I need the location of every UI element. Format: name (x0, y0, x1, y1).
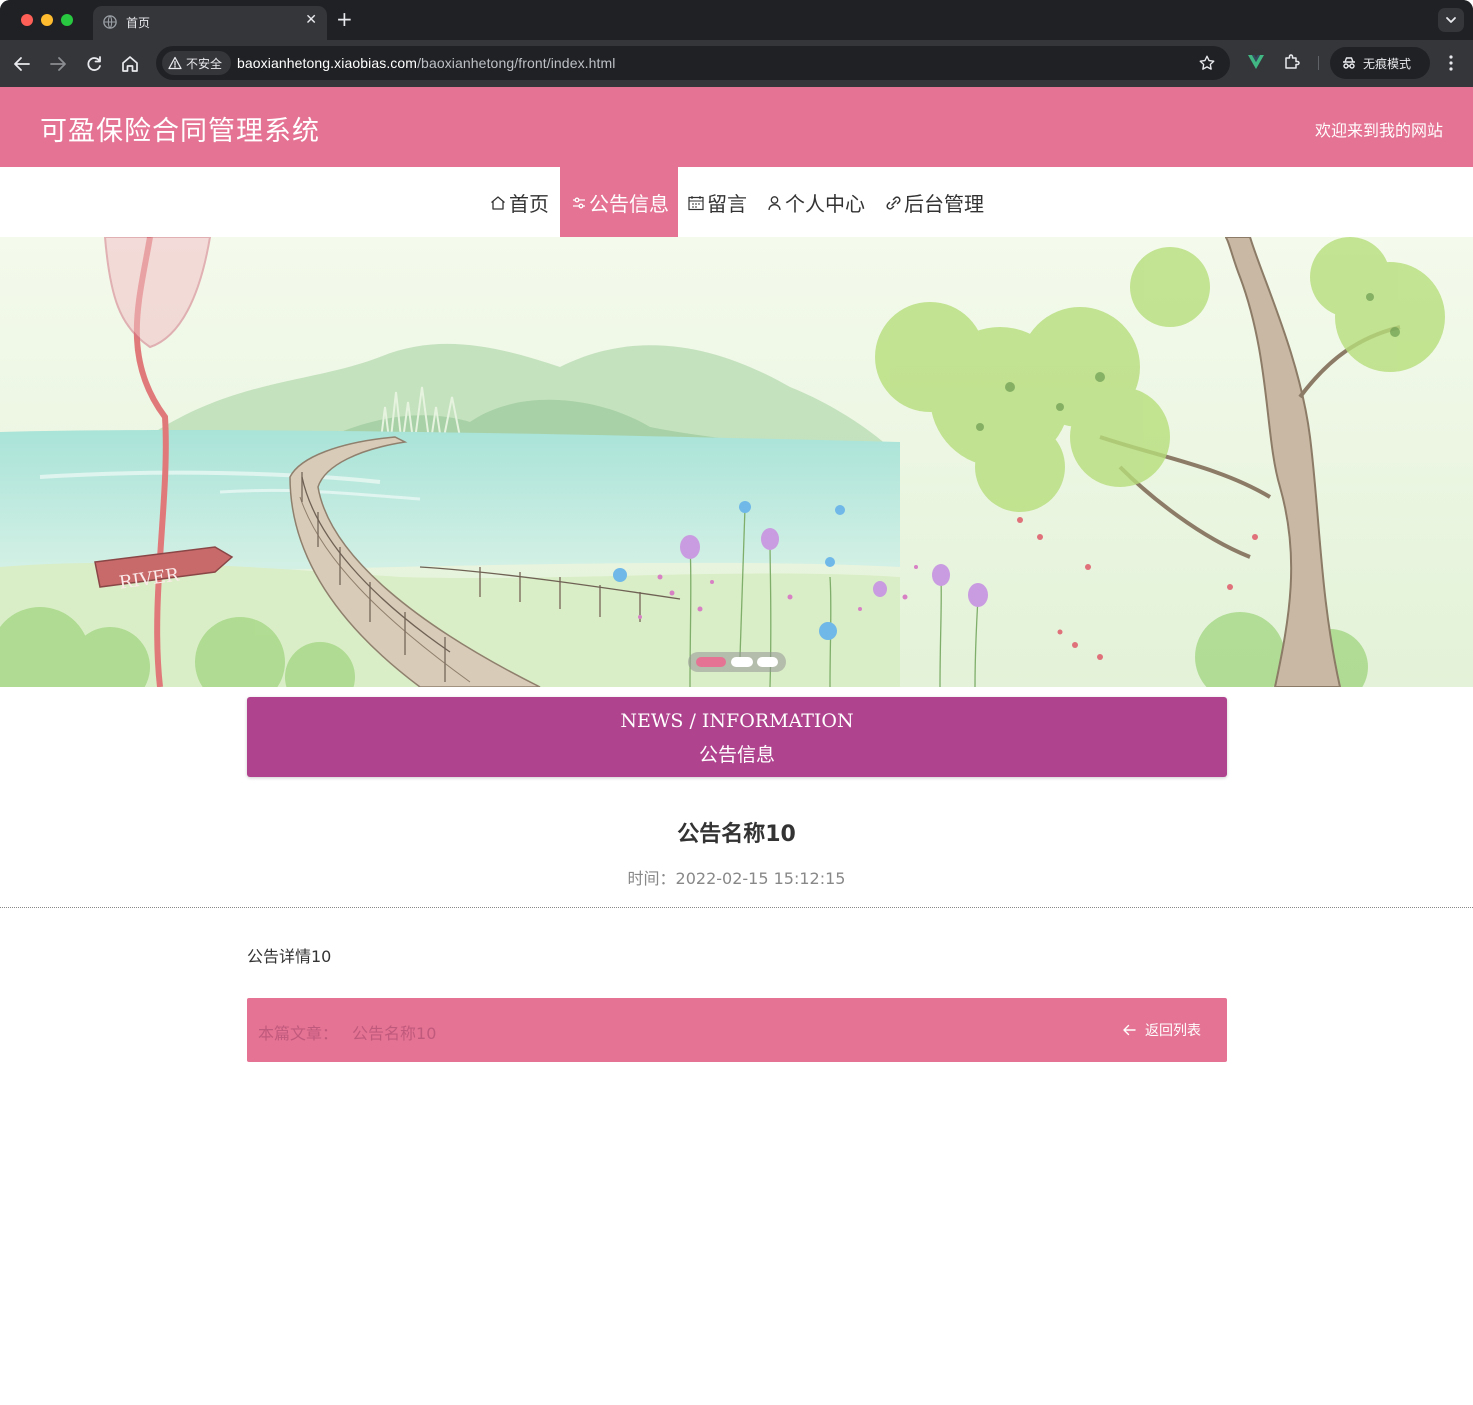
home-icon (491, 195, 505, 210)
tab-close-button[interactable]: ✕ (305, 12, 317, 28)
reload-icon[interactable] (82, 52, 106, 76)
nav-label-admin: 后台管理 (904, 192, 984, 216)
back-to-list-button[interactable]: 返回列表 (1121, 1020, 1201, 1040)
extensions-puzzle-icon[interactable] (1282, 52, 1302, 72)
hero-banner[interactable]: RIVER (0, 237, 1473, 687)
time-value: 2022-02-15 15:12:15 (675, 869, 846, 888)
incognito-icon (1343, 57, 1355, 69)
nav-label-announcements: 公告信息 (589, 192, 669, 216)
section-header: NEWS / INFORMATION 公告信息 (247, 697, 1227, 777)
toolbar-divider (1318, 56, 1319, 70)
browser-chrome: 首页 ✕ + 不安全 baoxianhetong.xiaobias.com/ba… (0, 0, 1473, 87)
nav-item-announcements[interactable]: 公告信息 (560, 167, 678, 238)
welcome-text: 欢迎来到我的网站 (1314, 121, 1443, 140)
address-bar[interactable]: 不安全 baoxianhetong.xiaobias.com/baoxianhe… (156, 46, 1230, 80)
incognito-label: 无痕模式 (1363, 56, 1412, 71)
browser-tab[interactable]: 首页 ✕ (93, 6, 327, 40)
site-header: 可盈保险合同管理系统 欢迎来到我的网站 (0, 87, 1473, 167)
url-host: baoxianhetong.xiaobias.com (237, 55, 418, 71)
divider (0, 907, 1473, 908)
back-to-list-label: 返回列表 (1145, 1023, 1201, 1039)
vue-devtools-icon[interactable] (1246, 52, 1266, 72)
forward-arrow-icon[interactable] (46, 52, 70, 76)
section-title-en: NEWS / INFORMATION (620, 710, 854, 732)
close-window-button[interactable] (21, 14, 33, 26)
minimize-window-button[interactable] (41, 14, 53, 26)
warning-icon (168, 56, 182, 70)
security-label: 不安全 (186, 56, 223, 71)
article-body: 公告详情10 (247, 947, 332, 966)
article-title: 公告名称10 (677, 822, 796, 847)
user-icon (768, 195, 781, 210)
arrow-left-icon (1123, 1024, 1136, 1036)
incognito-badge[interactable]: 无痕模式 (1330, 47, 1430, 79)
nav-item-admin[interactable]: 后台管理 (885, 167, 984, 238)
current-article-title: 公告名称10 (352, 1024, 437, 1043)
security-chip[interactable]: 不安全 (162, 51, 232, 75)
carousel-dot[interactable] (731, 657, 753, 667)
tab-title: 首页 (126, 16, 151, 30)
chevron-down-icon (1446, 17, 1456, 23)
nav-label-profile: 个人中心 (785, 192, 865, 216)
url-path: /baoxianhetong/front/index.html (417, 55, 616, 71)
carousel-dot[interactable] (757, 657, 778, 667)
article-pager: 本篇文章： 公告名称10 返回列表 (247, 998, 1227, 1062)
banner-illustration: RIVER (0, 237, 1473, 687)
nav-item-messages[interactable]: 留言 (687, 167, 747, 238)
nav-label-messages: 留言 (707, 192, 747, 216)
tab-search-button[interactable] (1438, 8, 1464, 32)
sliders-icon (573, 197, 585, 208)
browser-toolbar: 不安全 baoxianhetong.xiaobias.com/baoxianhe… (0, 40, 1473, 87)
back-arrow-icon[interactable] (10, 52, 34, 76)
tab-bar: 首页 ✕ + (0, 0, 1473, 40)
home-icon[interactable] (118, 52, 142, 76)
new-tab-button[interactable]: + (336, 8, 353, 30)
main-nav: 首页 公告信息 留言 个人中心 后台管理 (0, 167, 1473, 238)
time-label: 时间： (627, 869, 676, 888)
nav-label-home: 首页 (509, 192, 549, 216)
nav-item-home[interactable]: 首页 (489, 167, 563, 238)
globe-icon (103, 15, 117, 29)
current-article-label: 本篇文章： (258, 1024, 339, 1043)
link-icon (886, 195, 901, 210)
calendar-icon (688, 195, 704, 210)
bookmark-star-icon[interactable] (1198, 54, 1216, 72)
more-menu-icon[interactable] (1444, 53, 1458, 73)
carousel-indicators (688, 652, 786, 672)
nav-item-profile[interactable]: 个人中心 (766, 167, 865, 238)
site-title: 可盈保险合同管理系统 (40, 116, 320, 147)
section-title-cn: 公告信息 (698, 744, 775, 766)
carousel-dot[interactable] (696, 657, 726, 667)
current-article: 本篇文章： 公告名称10 (258, 1020, 436, 1044)
maximize-window-button[interactable] (61, 14, 73, 26)
article-time: 时间：2022-02-15 15:12:15 (0, 865, 1473, 889)
url-text[interactable]: baoxianhetong.xiaobias.com/baoxianhetong… (237, 55, 616, 71)
